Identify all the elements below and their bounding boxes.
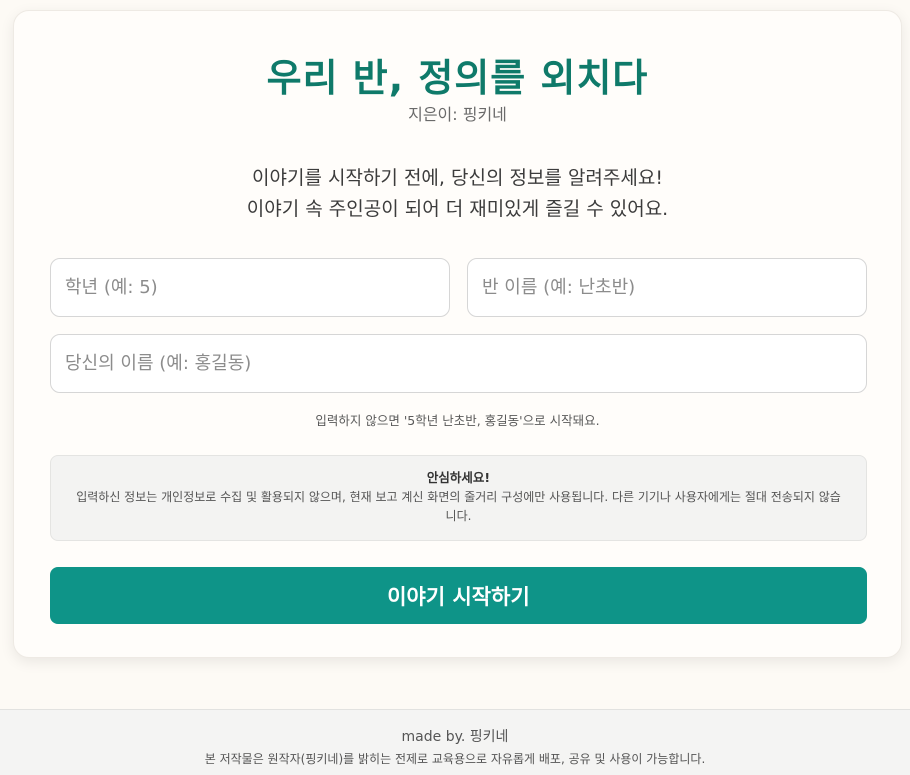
footer-copyright: 본 저작물은 원작자(핑키네)를 밝히는 전제로 교육용으로 자유롭게 배포, … [204,752,706,766]
class-name-input[interactable] [467,258,867,317]
intro-line-2: 이야기 속 주인공이 되어 더 재미있게 즐길 수 있어요. [246,198,669,220]
footer: made by. 핑키네 본 저작물은 원작자(핑키네)를 밝히는 전제로 교육… [0,709,910,775]
setup-card: 우리 반, 정의를 외치다 지은이: 핑키네 이야기를 시작하기 전에, 당신의… [13,10,902,658]
privacy-notice-title: 안심하세요! [426,470,491,485]
privacy-notice: 안심하세요! 입력하신 정보는 개인정보로 수집 및 활용되지 않으며, 현재 … [50,455,867,541]
footer-made-by: made by. 핑키네 [401,729,509,745]
intro-line-1: 이야기를 시작하기 전에, 당신의 정보를 알려주세요! [252,167,663,189]
author-line: 지은이: 핑키네 [408,105,507,124]
start-story-button[interactable]: 이야기 시작하기 [50,567,867,624]
intro-text: 이야기를 시작하기 전에, 당신의 정보를 알려주세요! 이야기 속 주인공이 … [14,163,901,225]
page-title: 우리 반, 정의를 외치다 [266,56,649,100]
student-name-input[interactable] [50,334,867,393]
default-hint: 입력하지 않으면 '5학년 난초반, 홍길동'으로 시작돼요. [315,413,600,428]
grade-input[interactable] [50,258,450,317]
privacy-notice-body: 입력하신 정보는 개인정보로 수집 및 활용되지 않으며, 현재 보고 계신 화… [76,490,841,523]
